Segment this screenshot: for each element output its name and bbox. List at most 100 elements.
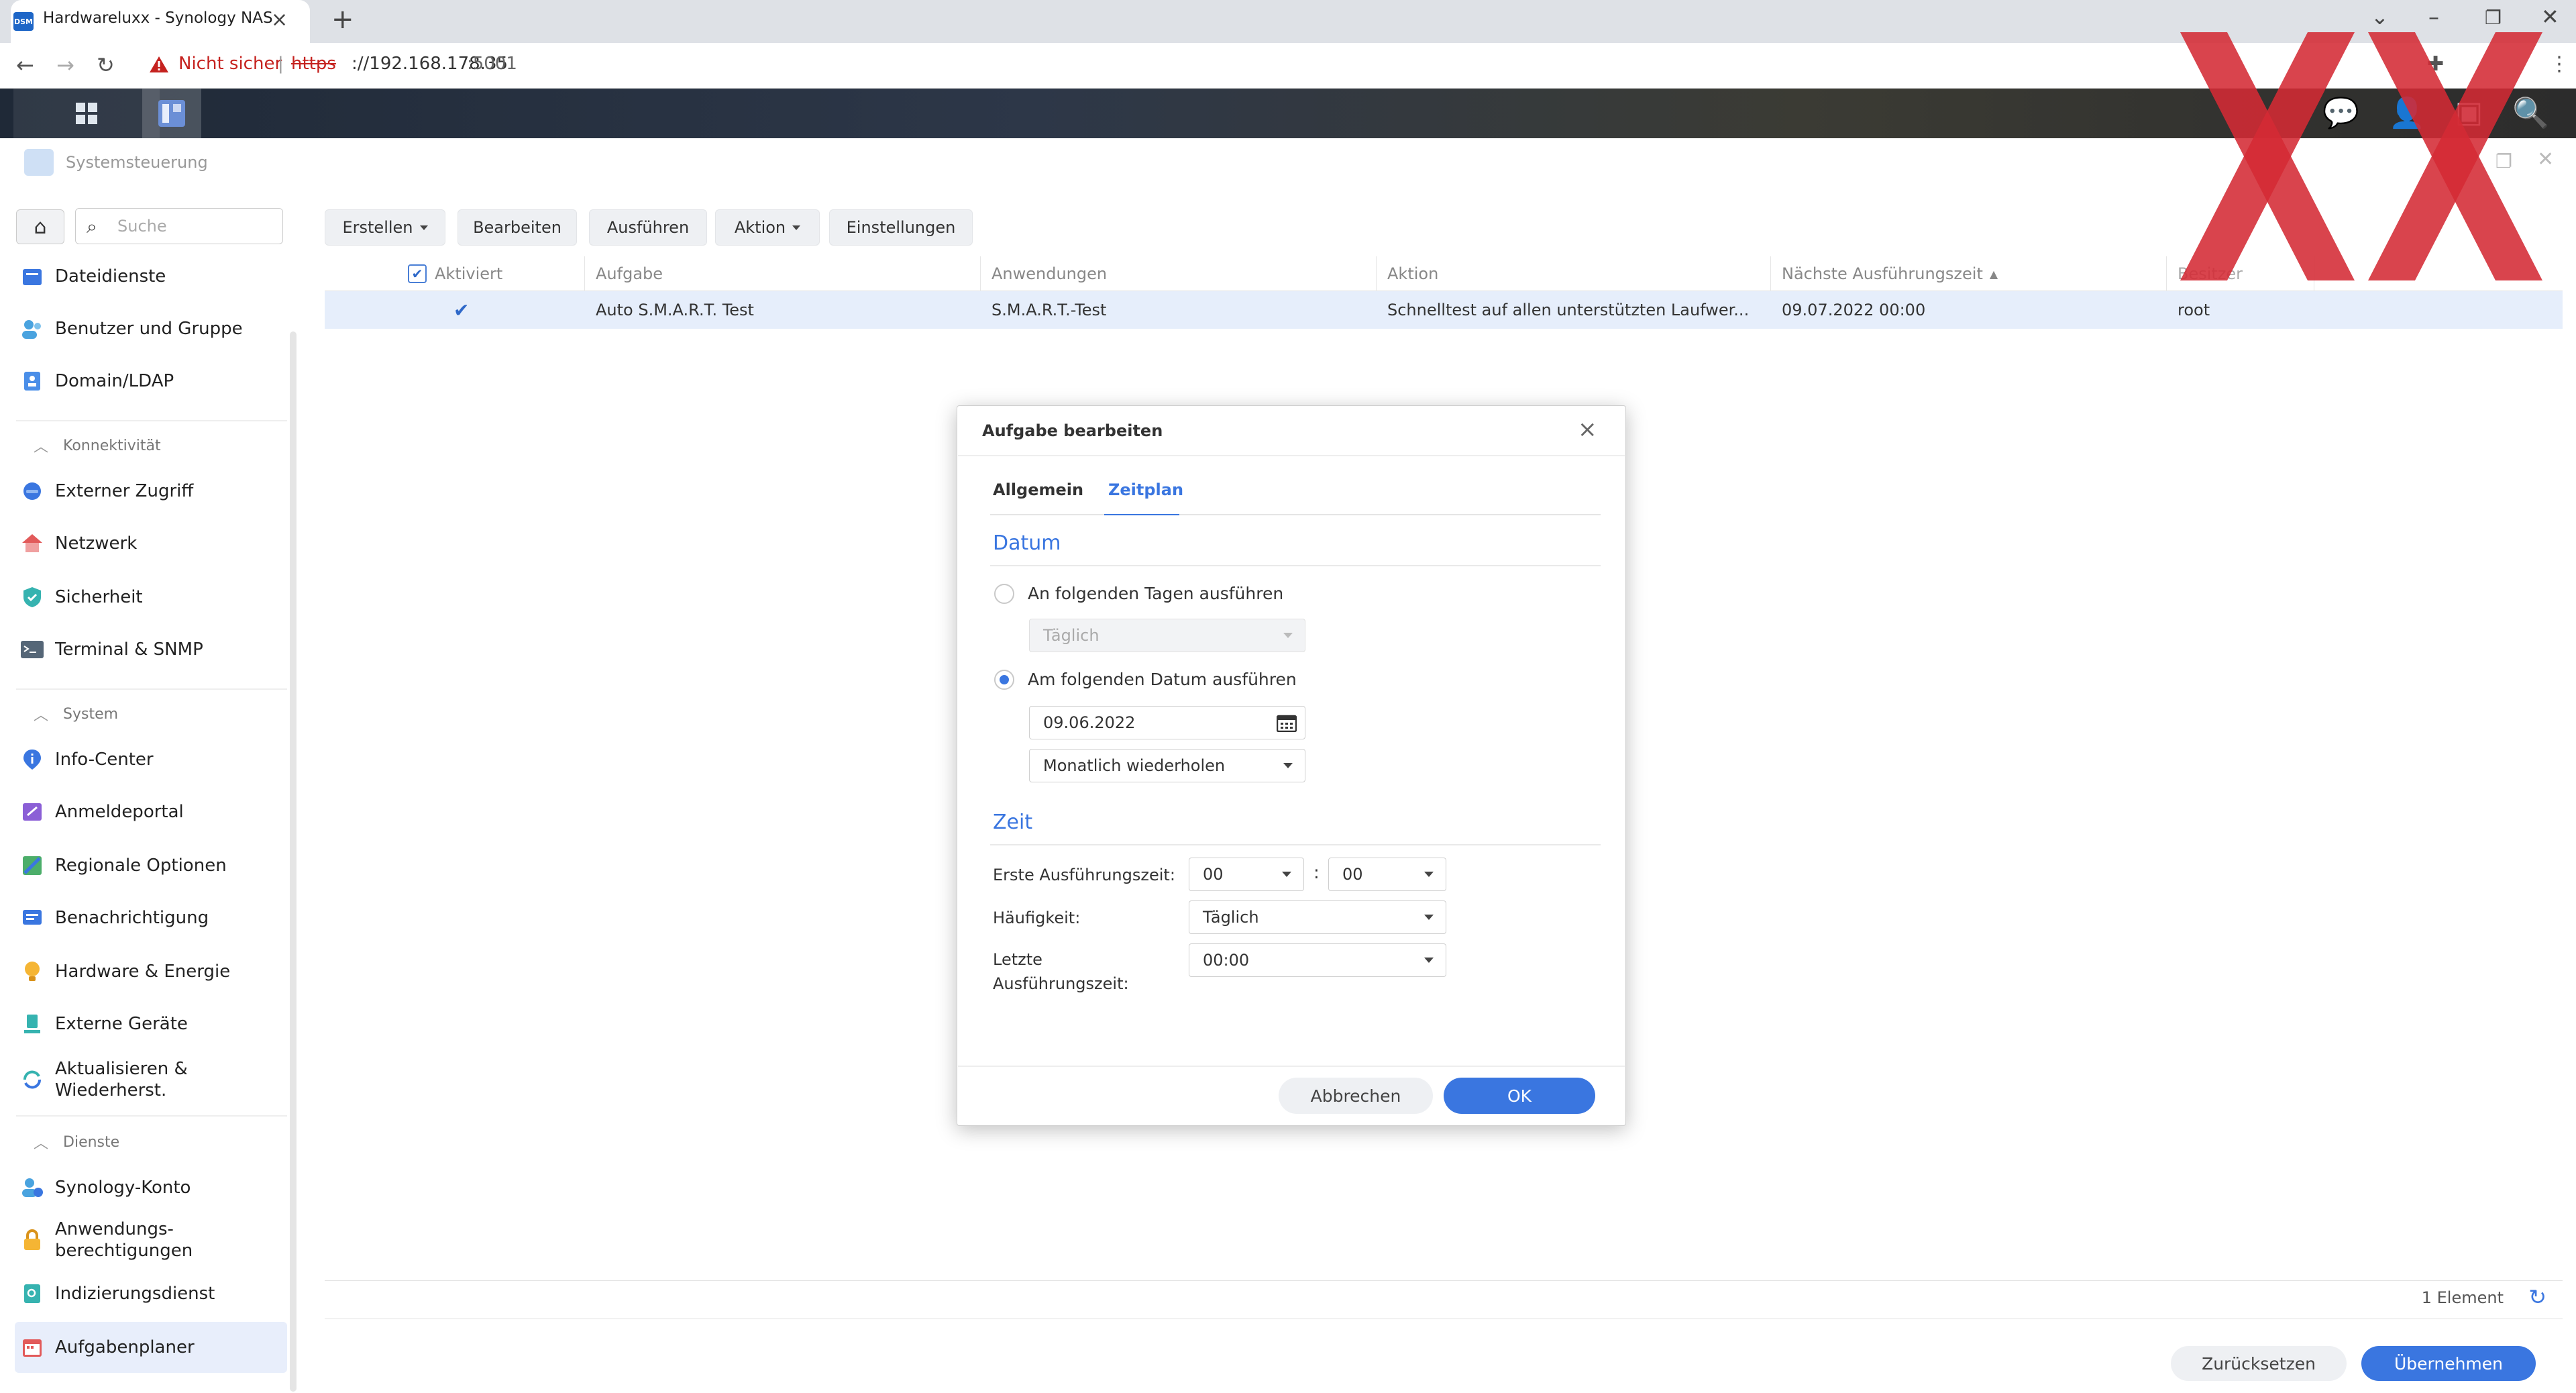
repeat-select[interactable]: Monatlich wiederholen	[1029, 749, 1305, 782]
sidebar-item-hardware[interactable]: Hardware & Energie	[19, 951, 230, 992]
frequency-label: Häufigkeit:	[993, 909, 1081, 927]
date-input[interactable]: 09.06.2022	[1029, 706, 1305, 739]
radio-days[interactable]	[994, 584, 1014, 604]
frequency-value: Täglich	[1203, 908, 1259, 927]
dialog-header-divider	[958, 455, 1625, 456]
sidebar-item-externe-geraete[interactable]: Externe Geräte	[19, 1004, 188, 1044]
reload-icon[interactable]: ↻	[97, 52, 115, 78]
uebernehmen-button[interactable]: Übernehmen	[2361, 1346, 2536, 1381]
minimize-icon[interactable]: –	[2428, 4, 2439, 30]
sidebar-item-label: Aktualisieren & Wiederherst.	[55, 1059, 188, 1100]
main-menu-grid-icon[interactable]	[13, 89, 160, 138]
sidebar-item-indizierungsdienst[interactable]: Indizierungsdienst	[19, 1274, 215, 1314]
frequency-select[interactable]: Täglich	[1189, 900, 1446, 934]
radio-days-label[interactable]: An folgenden Tagen ausführen	[1028, 584, 1283, 603]
sidebar-item-aktualisieren[interactable]: Aktualisieren & Wiederherst.	[19, 1057, 188, 1102]
sidebar-item-externer-zugriff[interactable]: Externer Zugriff	[19, 471, 193, 511]
sidebar-item-benutzer[interactable]: Benutzer und Gruppe	[19, 309, 243, 349]
url-port[interactable]: :5001	[467, 54, 517, 74]
refresh-icon[interactable]: ↻	[2528, 1284, 2546, 1310]
dialog-footer-divider	[958, 1066, 1625, 1067]
select-all-checkbox[interactable]: ✔	[408, 264, 427, 283]
section-system[interactable]: ︿ System	[34, 703, 118, 725]
column-aufgabe[interactable]: Aufgabe	[585, 256, 981, 291]
sidebar-item-label: Info-Center	[55, 750, 154, 770]
days-select[interactable]: Täglich	[1029, 619, 1305, 652]
bearbeiten-button[interactable]: Bearbeiten	[458, 209, 577, 246]
new-tab-icon[interactable]: +	[331, 4, 354, 35]
radio-date-label[interactable]: Am folgenden Datum ausführen	[1028, 670, 1297, 689]
last-run-select[interactable]: 00:00	[1189, 943, 1446, 977]
row-enabled-checkmark[interactable]: ✔	[443, 291, 496, 329]
sidebar-scrollbar[interactable]	[290, 331, 297, 1392]
close-window-icon[interactable]: ✕	[2541, 4, 2559, 30]
dsm-favicon-icon: DSM	[13, 12, 34, 31]
ausfuehren-button[interactable]: Ausführen	[589, 209, 707, 246]
forward-arrow-icon[interactable]: →	[56, 52, 74, 78]
column-anwendungen[interactable]: Anwendungen	[981, 256, 1377, 291]
column-naechste-ausfuehrung[interactable]: Nächste Ausführungszeit ▲	[1771, 256, 2167, 291]
users-icon	[19, 315, 46, 342]
address-separator: |	[278, 54, 284, 74]
warning-triangle-icon[interactable]	[149, 55, 169, 74]
zuruecksetzen-button[interactable]: Zurücksetzen	[2171, 1346, 2347, 1381]
browser-tab-title: Hardwareluxx - Synology NAS	[43, 9, 273, 27]
home-icon: ⌂	[34, 215, 47, 239]
column-aktion[interactable]: Aktion	[1377, 256, 1771, 291]
taskbar-control-panel-icon[interactable]	[142, 89, 201, 138]
sidebar-item-anmeldeportal[interactable]: Anmeldeportal	[19, 792, 184, 832]
first-hour-select[interactable]: 00	[1189, 858, 1304, 891]
sidebar-item-benachrichtigung[interactable]: Benachrichtigung	[19, 898, 209, 938]
sidebar-item-dateidienste[interactable]: Dateidienste	[19, 256, 166, 297]
dropdown-caret-icon	[1424, 872, 1434, 877]
house-network-icon	[19, 530, 46, 557]
dialog-close-icon[interactable]: ×	[1578, 416, 1597, 443]
url-scheme[interactable]: https	[291, 54, 336, 74]
cell-besitzer: root	[2178, 301, 2210, 319]
restore-window-icon[interactable]: ❐	[2485, 7, 2502, 29]
sidebar-item-label: Benachrichtigung	[55, 908, 209, 928]
chevron-up-icon: ︿	[34, 439, 49, 456]
sidebar-item-netzwerk[interactable]: Netzwerk	[19, 523, 137, 564]
account-icon	[19, 1174, 46, 1201]
tab-allgemein[interactable]: Allgemein	[993, 480, 1083, 499]
erstellen-button[interactable]: Erstellen	[325, 209, 445, 246]
home-button[interactable]: ⌂	[16, 209, 64, 244]
sidebar-item-sicherheit[interactable]: Sicherheit	[19, 577, 143, 617]
date-input-value: 09.06.2022	[1043, 713, 1136, 732]
sidebar-search-input[interactable]	[117, 214, 272, 238]
tab-search-chevron-icon[interactable]: ⌄	[2371, 4, 2389, 30]
tabs-divider	[990, 514, 1601, 515]
sidebar-item-terminal[interactable]: Terminal & SNMP	[19, 629, 203, 670]
sidebar-item-regionale-optionen[interactable]: Regionale Optionen	[19, 845, 227, 886]
sidebar-search[interactable]: ⌕	[75, 208, 283, 244]
sidebar-item-label: Externe Geräte	[55, 1014, 188, 1034]
first-minute-select[interactable]: 00	[1328, 858, 1446, 891]
sidebar-item-aufgabenplaner[interactable]: Aufgabenplaner	[19, 1327, 195, 1368]
aktion-button[interactable]: Aktion	[715, 209, 820, 246]
search-icon: ⌕	[87, 215, 97, 238]
browser-menu-icon[interactable]: ⋮	[2549, 52, 2569, 76]
section-konnektivitaet[interactable]: ︿ Konnektivität	[34, 435, 161, 456]
column-aktiviert[interactable]: ✔ Aktiviert	[397, 256, 585, 291]
section-dienste[interactable]: ︿ Dienste	[34, 1131, 119, 1153]
not-secure-label[interactable]: Nicht sicher	[178, 54, 282, 74]
sidebar-item-domain[interactable]: Domain/LDAP	[19, 361, 174, 401]
tab-zeitplan[interactable]: Zeitplan	[1108, 480, 1183, 499]
sidebar-item-anwendungsberechtigungen[interactable]: Anwendungs- berechtigungen	[19, 1216, 193, 1264]
ok-button[interactable]: OK	[1444, 1078, 1595, 1114]
time-colon: :	[1313, 863, 1320, 883]
einstellungen-button[interactable]: Einstellungen	[829, 209, 973, 246]
tab-close-icon[interactable]: ×	[271, 8, 288, 32]
sidebar-item-label: Domain/LDAP	[55, 371, 174, 391]
back-arrow-icon[interactable]: ←	[16, 52, 34, 78]
calendar-picker-icon[interactable]	[1277, 715, 1297, 732]
sidebar-divider	[16, 688, 287, 690]
status-bar	[325, 1280, 2563, 1319]
abbrechen-button[interactable]: Abbrechen	[1279, 1078, 1433, 1114]
sidebar-item-label: Dateidienste	[55, 266, 166, 287]
sidebar-item-label: Externer Zugriff	[55, 481, 194, 501]
sidebar-item-synology-konto[interactable]: Synology-Konto	[19, 1168, 191, 1208]
sidebar-item-info-center[interactable]: Info-Center	[19, 739, 154, 780]
radio-date[interactable]	[994, 670, 1014, 690]
